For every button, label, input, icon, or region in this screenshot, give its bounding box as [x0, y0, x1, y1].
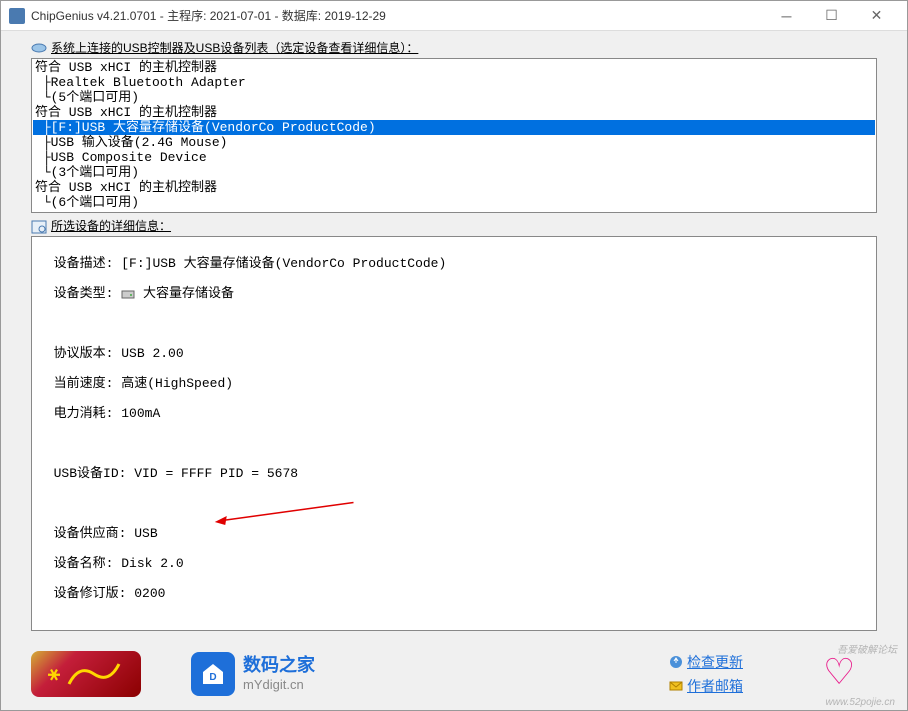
minimize-button[interactable]: ─ — [764, 2, 809, 30]
mydigit-icon: D — [191, 652, 235, 696]
titlebar-text: ChipGenius v4.21.0701 - 主程序: 2021-07-01 … — [31, 7, 764, 24]
check-update-link[interactable]: 检查更新 — [669, 652, 743, 672]
footer-links: 检查更新 作者邮箱 — [669, 652, 743, 696]
detail-proto: 协议版本: USB 2.00 — [38, 346, 870, 361]
tree-line[interactable]: ├USB 输入设备(2.4G Mouse) — [33, 135, 875, 150]
watermark-text2: www.52pojie.cn — [826, 697, 895, 708]
detail-usbid: USB设备ID: VID = FFFF PID = 5678 — [38, 466, 870, 481]
device-list-header: 系统上连接的USB控制器及USB设备列表（选定设备查看详细信息）： — [31, 39, 877, 56]
drive-icon — [121, 288, 135, 300]
tree-line[interactable]: └(3个端口可用) — [33, 165, 875, 180]
update-icon — [669, 655, 683, 669]
detail-vendor: 设备供应商: USB — [38, 526, 870, 541]
mydigit-title: 数码之家 — [243, 654, 315, 677]
tree-line[interactable]: 符合 USB xHCI 的主机控制器 — [33, 180, 875, 195]
detail-devrev: 设备修订版: 0200 — [38, 586, 870, 601]
tree-line[interactable]: └(5个端口可用) — [33, 90, 875, 105]
detail-speed: 当前速度: 高速(HighSpeed) — [38, 376, 870, 391]
tree-line[interactable]: ├USB Composite Device — [33, 150, 875, 165]
detail-header: 所选设备的详细信息： — [31, 217, 877, 234]
tree-line[interactable]: ├Realtek Bluetooth Adapter — [33, 75, 875, 90]
tree-line[interactable]: 符合 USB xHCI 的主机控制器 — [33, 60, 875, 75]
app-icon — [9, 8, 25, 24]
app-window: ChipGenius v4.21.0701 - 主程序: 2021-07-01 … — [0, 0, 908, 711]
device-list-title: 系统上连接的USB控制器及USB设备列表（选定设备查看详细信息）： — [51, 39, 418, 56]
mydigit-link[interactable]: D 数码之家 mYdigit.cn — [191, 652, 315, 696]
detail-panel[interactable]: 设备描述: [F:]USB 大容量存储设备(VendorCo ProductCo… — [31, 236, 877, 631]
svg-text:D: D — [209, 672, 216, 683]
titlebar: ChipGenius v4.21.0701 - 主程序: 2021-07-01 … — [1, 1, 907, 31]
watermark-text1: 吾爱破解论坛 — [837, 641, 897, 656]
donate-heart-icon[interactable]: ♡ — [823, 654, 877, 694]
tree-line[interactable]: ├[F:]USB 大容量存储设备(VendorCo ProductCode) — [33, 120, 875, 135]
detail-desc: 设备描述: [F:]USB 大容量存储设备(VendorCo ProductCo… — [38, 256, 870, 271]
email-icon — [669, 679, 683, 693]
party-logo: ⚹ — [31, 651, 141, 697]
device-list-icon — [31, 42, 47, 54]
tree-line[interactable]: └(6个端口可用) — [33, 195, 875, 210]
mydigit-subtitle: mYdigit.cn — [243, 677, 315, 694]
detail-type: 设备类型: 大容量存储设备 — [38, 286, 870, 301]
device-list[interactable]: 符合 USB xHCI 的主机控制器 ├Realtek Bluetooth Ad… — [31, 58, 877, 213]
maximize-button[interactable]: ☐ — [809, 2, 854, 30]
tree-line[interactable]: 符合 USB xHCI 的主机控制器 — [33, 105, 875, 120]
detail-icon — [31, 220, 47, 232]
detail-power: 电力消耗: 100mA — [38, 406, 870, 421]
author-email-link[interactable]: 作者邮箱 — [669, 676, 743, 696]
detail-title: 所选设备的详细信息： — [51, 217, 171, 234]
detail-devname: 设备名称: Disk 2.0 — [38, 556, 870, 571]
content-area: 系统上连接的USB控制器及USB设备列表（选定设备查看详细信息）： 符合 USB… — [1, 31, 907, 635]
close-button[interactable]: ✕ — [854, 2, 899, 30]
footer: ⚹ D 数码之家 mYdigit.cn 检查更新 作者邮箱 ♡ — [1, 644, 907, 704]
